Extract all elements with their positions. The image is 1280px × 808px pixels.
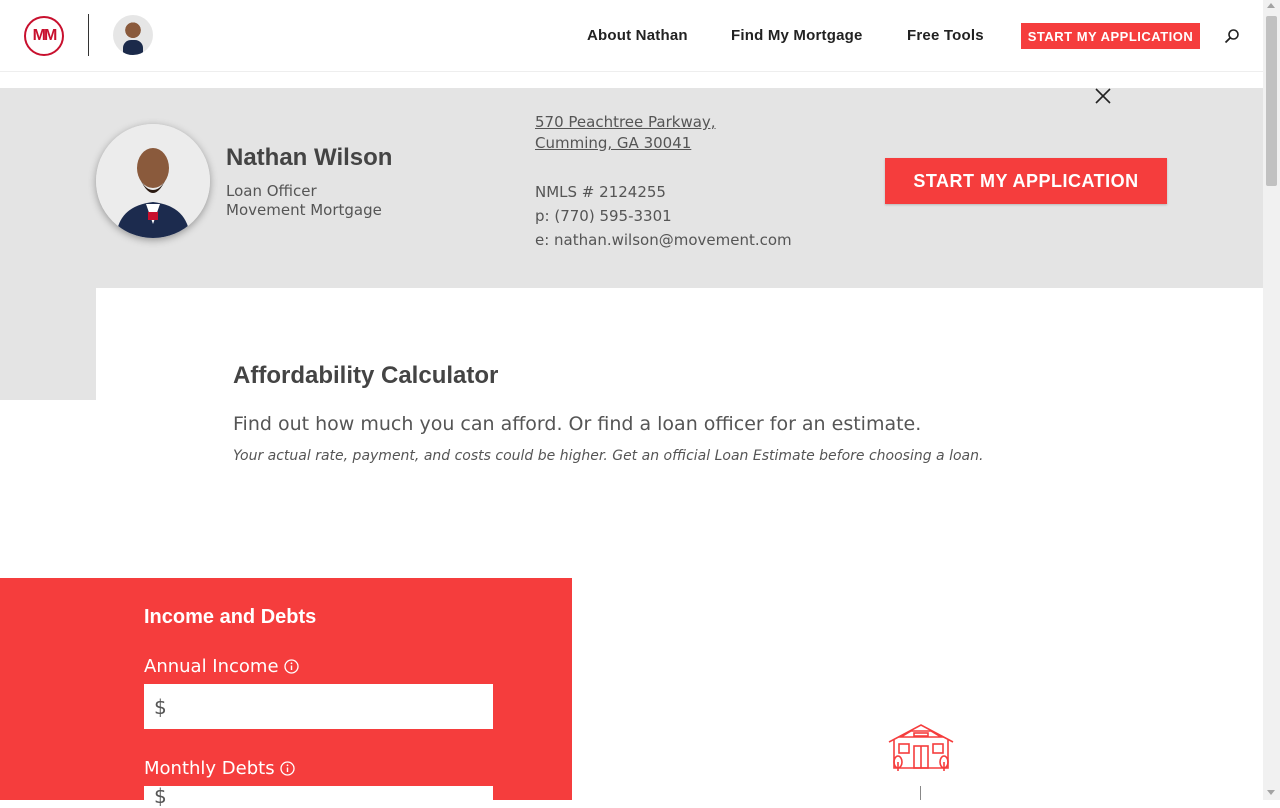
monthly-debts-field[interactable]: $ xyxy=(144,784,493,808)
loan-officer-avatar-small[interactable] xyxy=(113,15,153,55)
monthly-debts-label: Monthly Debts xyxy=(144,758,295,779)
profile-start-application-button[interactable]: START MY APPLICATION xyxy=(885,158,1167,204)
loan-officer-name: Nathan Wilson xyxy=(226,144,393,171)
info-icon[interactable] xyxy=(279,761,295,776)
email-address[interactable]: e: nathan.wilson@movement.com xyxy=(535,228,792,252)
income-debts-title: Income and Debts xyxy=(144,606,317,628)
loan-officer-role: Loan Officer Movement Mortgage xyxy=(226,182,382,220)
site-header: MM About Nathan Find My Mortgage Free To… xyxy=(0,0,1263,72)
office-address-link[interactable]: 570 Peachtree Parkway, Cumming, GA 30041 xyxy=(535,112,716,154)
phone-number[interactable]: p: (770) 595-3301 xyxy=(535,204,792,228)
currency-symbol: $ xyxy=(154,784,167,808)
info-icon[interactable] xyxy=(283,659,299,674)
annual-income-label: Annual Income xyxy=(144,656,299,677)
calculator-title: Affordability Calculator xyxy=(233,362,499,389)
contact-info: NMLS # 2124255 p: (770) 595-3301 e: nath… xyxy=(535,180,792,252)
calculator-subtitle: Find out how much you can afford. Or fin… xyxy=(233,413,922,435)
header-start-application-button[interactable]: START MY APPLICATION xyxy=(1021,23,1200,49)
portrait-icon xyxy=(96,124,210,238)
address-line-2: Cumming, GA 30041 xyxy=(535,134,692,152)
annual-income-field[interactable]: $ xyxy=(144,684,493,729)
nav-find-my-mortgage[interactable]: Find My Mortgage xyxy=(731,27,863,44)
annual-income-label-text: Annual Income xyxy=(144,656,279,677)
header-divider xyxy=(88,14,89,56)
monthly-debts-label-text: Monthly Debts xyxy=(144,758,275,779)
scroll-up-arrow-icon[interactable] xyxy=(1267,3,1275,8)
currency-symbol: $ xyxy=(154,694,167,719)
nav-about-nathan[interactable]: About Nathan xyxy=(587,27,688,44)
movement-logo[interactable]: MM xyxy=(24,16,64,56)
page-scrollbar[interactable] xyxy=(1263,0,1280,800)
nav-free-tools[interactable]: Free Tools xyxy=(907,27,984,44)
scroll-down-arrow-icon[interactable] xyxy=(1267,790,1275,795)
annual-income-input[interactable] xyxy=(166,684,493,729)
logo-text: MM xyxy=(32,27,58,44)
monthly-debts-input[interactable] xyxy=(166,786,493,800)
close-icon[interactable] xyxy=(1094,87,1112,105)
band-left-extension xyxy=(0,288,96,400)
loan-officer-avatar-large xyxy=(96,124,210,238)
address-line-1: 570 Peachtree Parkway, xyxy=(535,113,716,131)
scroll-thumb[interactable] xyxy=(1266,16,1277,186)
loan-officer-title: Loan Officer xyxy=(226,182,317,200)
search-icon[interactable] xyxy=(1224,28,1240,44)
illustration-divider xyxy=(920,786,921,800)
nmls-number: NMLS # 2124255 xyxy=(535,183,666,201)
loan-officer-company: Movement Mortgage xyxy=(226,201,382,219)
calculator-disclaimer: Your actual rate, payment, and costs cou… xyxy=(233,448,984,464)
house-icon xyxy=(888,724,954,771)
